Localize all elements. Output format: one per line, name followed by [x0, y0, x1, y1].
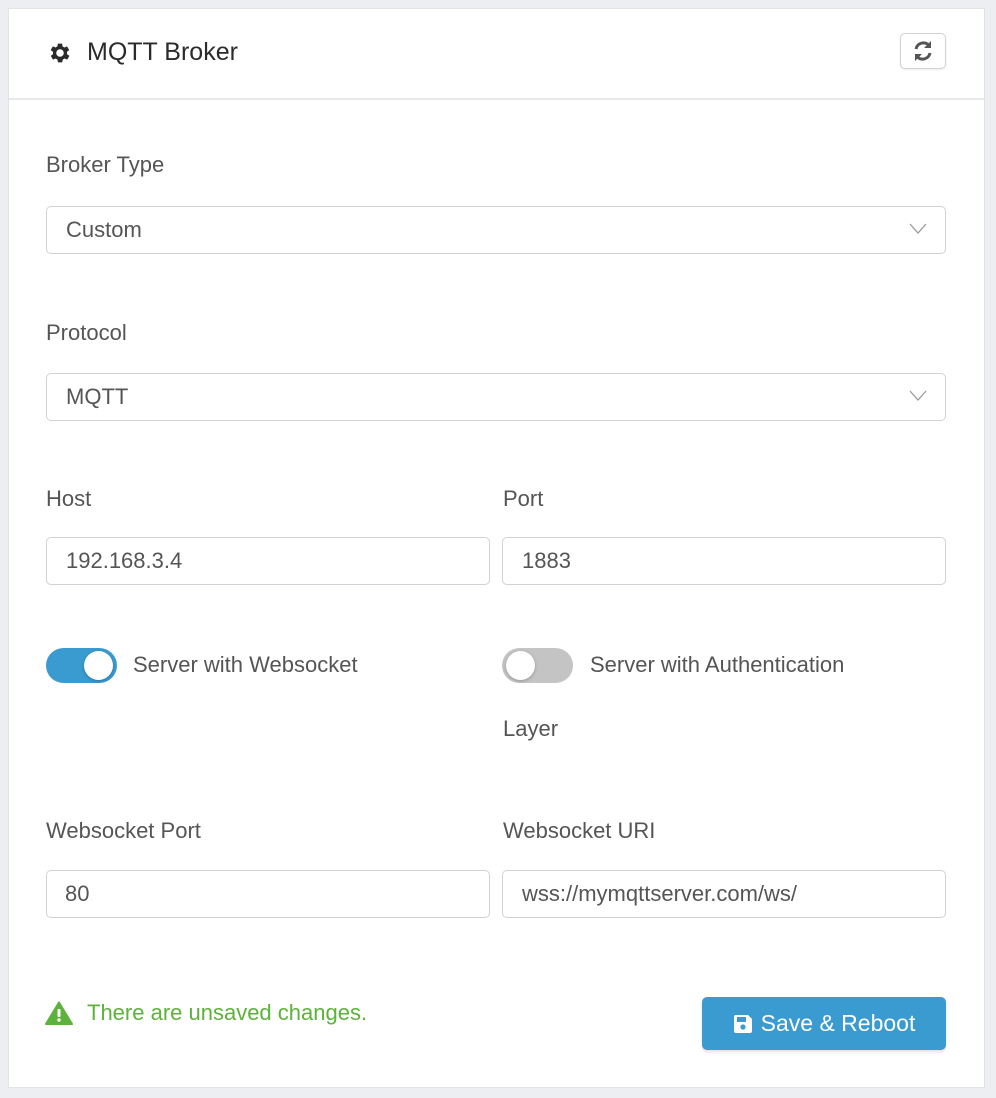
protocol-select[interactable]: MQTT: [46, 373, 946, 421]
chevron-down-icon: [909, 390, 927, 401]
unsaved-changes-warning: There are unsaved changes.: [45, 1000, 367, 1026]
protocol-label: Protocol: [46, 320, 127, 345]
websocket-port-value: 80: [65, 881, 90, 906]
websocket-toggle-label: Server with Websocket: [133, 652, 358, 677]
websocket-port-input[interactable]: 80: [46, 870, 490, 918]
websocket-port-label: Websocket Port: [46, 818, 201, 843]
websocket-uri-label: Websocket URI: [503, 818, 656, 843]
toggle-knob: [506, 651, 535, 680]
refresh-button[interactable]: [900, 33, 946, 69]
floppy-disk-icon: [733, 1014, 752, 1033]
card-header: MQTT Broker: [9, 9, 984, 100]
websocket-uri-input[interactable]: wss://mymqttserver.com/ws/: [502, 870, 946, 918]
port-label: Port: [503, 486, 544, 511]
host-label: Host: [46, 486, 92, 511]
broker-type-select[interactable]: Custom: [46, 206, 946, 254]
host-value: 192.168.3.4: [66, 548, 183, 573]
authentication-toggle-label-cont: Layer: [503, 716, 559, 741]
save-button-label: Save & Reboot: [760, 1010, 916, 1036]
warning-icon: [45, 1001, 73, 1025]
title-wrap: MQTT Broker: [47, 38, 238, 67]
broker-type-label: Broker Type: [46, 152, 165, 177]
refresh-icon: [914, 41, 932, 61]
broker-type-value: Custom: [66, 217, 142, 242]
protocol-value: MQTT: [66, 384, 129, 409]
port-value: 1883: [522, 548, 571, 573]
card-title: MQTT Broker: [87, 38, 238, 66]
gear-icon: [50, 43, 70, 62]
toggle-knob: [84, 651, 113, 680]
authentication-toggle[interactable]: [502, 648, 573, 683]
port-input[interactable]: 1883: [502, 537, 946, 585]
chevron-down-icon: [909, 223, 927, 234]
save-and-reboot-button[interactable]: Save & Reboot: [702, 997, 946, 1050]
websocket-toggle[interactable]: [46, 648, 117, 683]
websocket-uri-value: wss://mymqttserver.com/ws/: [522, 881, 798, 906]
warning-text: There are unsaved changes.: [87, 1000, 368, 1025]
host-input[interactable]: 192.168.3.4: [46, 537, 490, 585]
authentication-toggle-label: Server with Authentication: [590, 652, 845, 677]
